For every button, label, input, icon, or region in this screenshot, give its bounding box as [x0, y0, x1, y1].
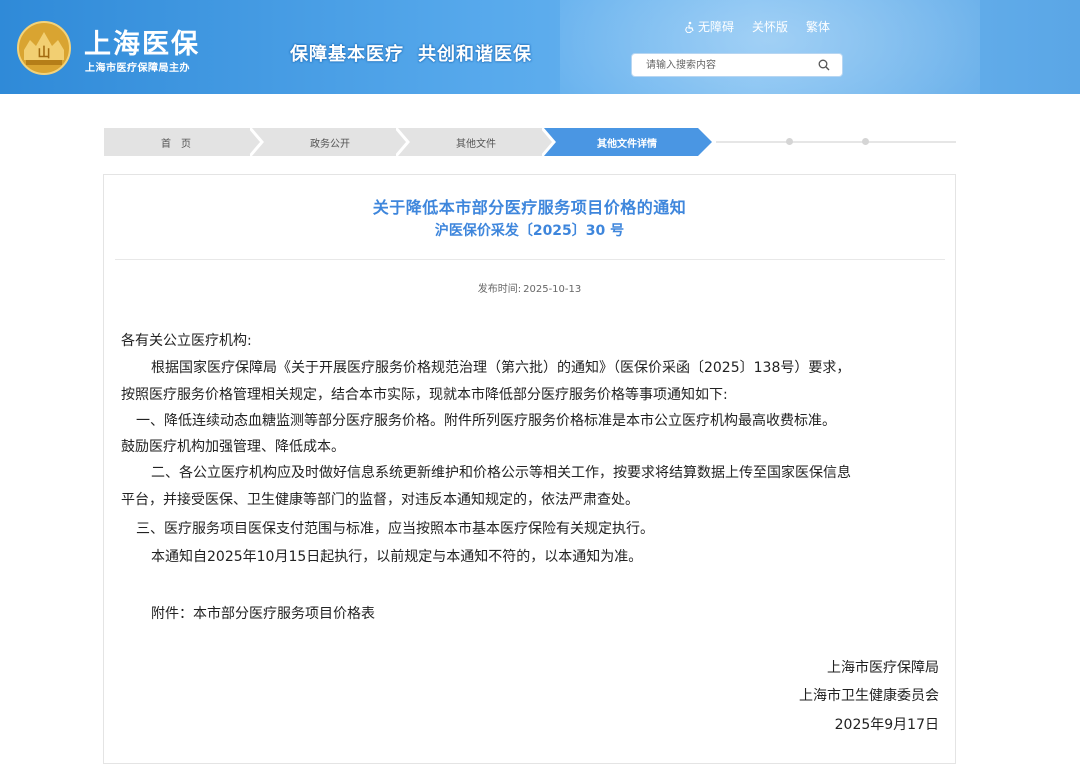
publish-date-value: 2025-10-13 [523, 284, 582, 295]
site-logo-title[interactable]: 上海医保 [84, 22, 200, 61]
site-header: 山 上海医保 上海市医疗保障局主办 保障基本医疗 共创和谐医保 无障碍 关怀版 繁… [0, 0, 1080, 94]
article-title: 关于降低本市部分医疗服务项目价格的通知 [372, 198, 687, 217]
breadcrumb: 首 页 政务公开 其他文件 其他文件详情 [104, 128, 956, 156]
breadcrumb-label: 政务公开 [310, 138, 350, 150]
signature-issuer-2: 上海市卫生健康委员会 [799, 688, 939, 704]
article-divider [115, 259, 945, 260]
breadcrumb-other-files[interactable]: 其他文件 [396, 128, 556, 156]
header-slogan: 保障基本医疗 共创和谐医保 [290, 40, 532, 66]
signature-issuer-1: 上海市医疗保障局 [827, 660, 939, 676]
emblem-glyph: 山 [37, 45, 50, 61]
breadcrumb-label: 首 页 [161, 138, 191, 150]
breadcrumb-trail-dot [786, 138, 793, 145]
site-logo-subtitle: 上海市医疗保障局主办 [85, 63, 190, 74]
search-input[interactable] [632, 54, 812, 76]
article-container: 关于降低本市部分医疗服务项目价格的通知 沪医保价采发〔2025〕30 号 发布时… [103, 174, 956, 764]
breadcrumb-label: 其他文件 [456, 138, 496, 150]
breadcrumb-current[interactable]: 其他文件详情 [542, 128, 712, 156]
care-mode-link[interactable]: 关怀版 [752, 18, 788, 35]
body-paragraph: 一、降低连续动态血糖监测等部分医疗服务价格。附件所列医疗服务价格标准是本市公立医… [136, 413, 836, 429]
body-salutation: 各有关公立医疗机构: [121, 333, 252, 349]
slogan-right: 共创和谐医保 [418, 44, 532, 65]
body-paragraph: 三、医疗服务项目医保支付范围与标准，应当按照本市基本医疗保险有关规定执行。 [136, 521, 654, 537]
slogan-left: 保障基本医疗 [290, 44, 404, 65]
breadcrumb-government-affairs[interactable]: 政务公开 [250, 128, 410, 156]
body-paragraph: 平台，并接受医保、卫生健康等部门的监督，对违反本通知规定的，依法严肃查处。 [121, 492, 639, 508]
publish-date: 发布时间: 2025-10-13 [104, 280, 955, 295]
accessibility-icon [685, 21, 694, 33]
search-box [631, 53, 843, 77]
accessibility-label: 无障碍 [698, 20, 735, 34]
body-paragraph: 二、各公立医疗机构应及时做好信息系统更新维护和价格公示等相关工作，按要求将结算数… [151, 465, 851, 481]
header-glow [560, 0, 980, 94]
body-paragraph: 本通知自2025年10月15日起执行，以前规定与本通知不符的，以本通知为准。 [151, 549, 643, 565]
article-doc-number: 沪医保价采发〔2025〕30 号 [434, 223, 625, 239]
attachment-link[interactable]: 附件：本市部分医疗服务项目价格表 [151, 604, 375, 624]
breadcrumb-label: 其他文件详情 [597, 138, 657, 150]
breadcrumb-trail-dot [862, 138, 869, 145]
body-paragraph: 鼓励医疗机构加强管理、降低成本。 [121, 439, 345, 455]
breadcrumb-trail-line [716, 141, 956, 143]
breadcrumb-home[interactable]: 首 页 [104, 128, 264, 156]
body-paragraph: 根据国家医疗保障局《关于开展医疗服务价格规范治理（第六批）的通知》（医保价采函〔… [151, 360, 851, 376]
traditional-chinese-link[interactable]: 繁体 [806, 18, 830, 35]
search-icon[interactable] [818, 59, 830, 71]
publish-date-label: 发布时间: [477, 284, 522, 295]
accessibility-link[interactable]: 无障碍 [684, 18, 734, 35]
body-paragraph: 按照医疗服务价格管理相关规定，结合本市实际，现就本市降低部分医疗服务价格等事项通… [121, 387, 728, 403]
logo-emblem-icon[interactable]: 山 [16, 20, 72, 76]
signature-date: 2025年9月17日 [834, 717, 939, 733]
top-links: 无障碍 关怀版 繁体 [684, 18, 830, 35]
